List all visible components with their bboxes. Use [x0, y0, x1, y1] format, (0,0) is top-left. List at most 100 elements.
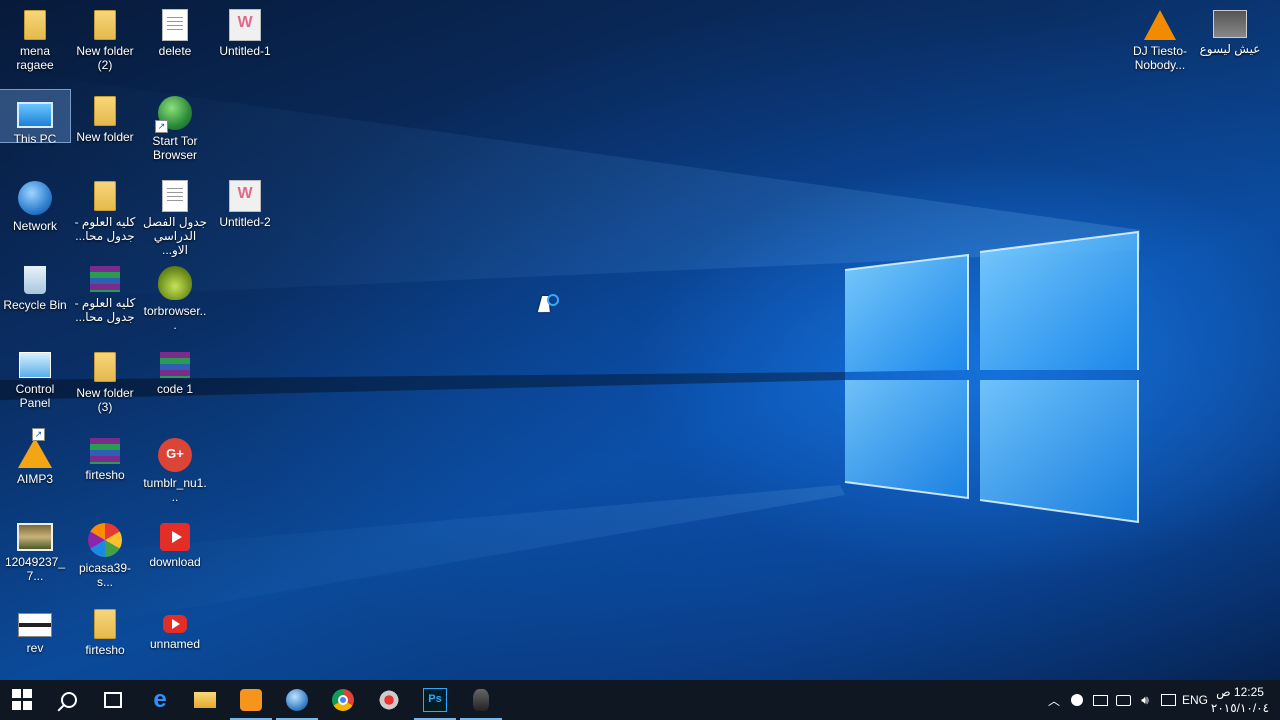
taskbar-file-explorer[interactable] — [182, 680, 228, 720]
clock-date: ٢٠١٥/١٠/٠٤ — [1210, 701, 1270, 715]
task-view-button[interactable] — [90, 680, 136, 720]
video-file-icon — [1213, 10, 1247, 38]
desktop-icon-new-folder-2[interactable]: New folder (2) — [70, 4, 140, 74]
icon-label: جدول الفصل الدراسي الاو... — [142, 215, 208, 257]
desktop-icon-new-folder-3[interactable]: New folder (3) — [70, 346, 140, 416]
icon-label: Recycle Bin — [3, 298, 67, 312]
user-folder-icon — [24, 10, 46, 40]
tor-browser-icon — [155, 96, 192, 133]
desktop-icon-rev[interactable]: rev — [0, 603, 70, 663]
desktop[interactable]: mena ragaee This PC Network Recycle Bin … — [0, 0, 1280, 680]
desktop-icon-untitled-1[interactable]: Untitled-1 — [210, 4, 280, 64]
desktop-icon-control-panel[interactable]: Control Panel — [0, 346, 70, 416]
desktop-icon-download[interactable]: download — [140, 517, 210, 577]
desktop-icon-torbrowser[interactable]: torbrowser... — [140, 260, 210, 332]
folder-icon — [94, 10, 116, 40]
tool-icon — [378, 689, 400, 711]
network-icon — [1092, 694, 1108, 706]
icon-label: code 1 — [156, 382, 194, 396]
tray-app-icon — [1071, 694, 1083, 706]
desktop-icon-untitled-2[interactable]: Untitled-2 — [210, 175, 280, 235]
taskbar-edge[interactable]: e — [137, 680, 183, 720]
tray-app-button[interactable] — [1066, 680, 1088, 720]
taskbar-photoshop[interactable]: Ps — [412, 680, 458, 720]
image-file-icon — [230, 10, 260, 40]
icon-label: Start Tor Browser — [152, 134, 198, 162]
desktop-icon-user-folder[interactable]: mena ragaee — [0, 4, 70, 74]
taskbar-chrome[interactable] — [320, 680, 366, 720]
orange-app-icon — [240, 689, 262, 711]
search-button[interactable] — [46, 680, 92, 720]
desktop-icon-photo[interactable]: 12049237_7... — [0, 517, 70, 583]
action-center-button[interactable] — [1157, 680, 1179, 720]
desktop-icon-tumblr[interactable]: tumblr_nu1... — [140, 432, 210, 504]
clock[interactable]: 12:25 ص ٢٠١٥/١٠/٠٤ — [1210, 684, 1270, 716]
text-file-icon — [163, 10, 187, 40]
winrar-archive-icon — [90, 438, 120, 464]
folder-icon — [94, 609, 116, 639]
network-icon — [18, 181, 52, 215]
desktop-icon-delete[interactable]: delete — [140, 4, 210, 64]
youtube-icon — [163, 615, 187, 633]
icon-label: tumblr_nu1... — [143, 476, 207, 504]
desktop-icon-unnamed[interactable]: unnamed — [140, 603, 210, 663]
icon-label: 12049237_7... — [4, 555, 66, 583]
icon-label: download — [149, 555, 201, 569]
docx-file-icon — [163, 181, 187, 211]
desktop-icon-this-pc[interactable]: This PC — [0, 89, 71, 146]
desktop-icon-picasa[interactable]: picasa39-s... — [70, 517, 140, 589]
desktop-icon-start-tor[interactable]: Start Tor Browser — [140, 90, 210, 162]
clock-time: 12:25 ص — [1216, 685, 1264, 699]
taskbar-tool-app[interactable] — [366, 680, 412, 720]
search-icon — [61, 692, 77, 708]
language-label: ENG — [1181, 693, 1208, 707]
show-hidden-icons-button[interactable]: ︿ — [1044, 680, 1064, 720]
folder-icon — [94, 181, 116, 211]
icon-label: unnamed — [149, 637, 201, 651]
folder-icon — [194, 692, 216, 708]
sphere-icon — [286, 689, 308, 711]
taskbar-mouse-app[interactable] — [458, 680, 504, 720]
start-button[interactable] — [0, 680, 46, 720]
desktop-icon-aimp3[interactable]: AIMP3 — [0, 428, 70, 492]
desktop-icon-new-folder[interactable]: New folder — [70, 90, 140, 150]
folder-icon — [94, 352, 116, 382]
desktop-icon-recycle-bin[interactable]: Recycle Bin — [0, 260, 70, 320]
language-indicator[interactable]: ENG — [1180, 680, 1210, 720]
desktop-icon-docx[interactable]: جدول الفصل الدراسي الاو... — [140, 175, 210, 257]
icon-label: Control Panel — [15, 382, 55, 410]
icon-label: firtesho — [85, 468, 125, 482]
speaker-icon: 🔊︎ — [1141, 692, 1149, 707]
computer-icon — [17, 102, 53, 128]
desktop-icon-firtesho-archive[interactable]: firtesho — [70, 432, 140, 492]
keyboard-tray-button[interactable] — [1112, 680, 1134, 720]
taskbar-orange-app[interactable] — [228, 680, 274, 720]
control-panel-icon — [19, 352, 51, 378]
desktop-icon-arabic-video[interactable]: عيش ليسوع — [1195, 4, 1265, 64]
notification-icon — [1160, 694, 1176, 706]
aimp-icon — [18, 428, 52, 468]
network-tray-button[interactable] — [1089, 680, 1111, 720]
photoshop-icon: Ps — [423, 688, 447, 712]
desktop-icon-arabic-archive[interactable]: كليه العلوم - جدول محا... — [70, 260, 140, 330]
image-file-icon — [230, 181, 260, 211]
task-view-icon — [104, 692, 122, 708]
desktop-icon-dj-tiesto[interactable]: DJ Tiesto- Nobody... — [1125, 4, 1195, 74]
desktop-icon-firtesho-folder[interactable]: firtesho — [70, 603, 140, 663]
google-plus-icon — [158, 438, 192, 472]
icon-label: mena ragaee — [16, 44, 54, 72]
taskbar-sphere-app[interactable] — [274, 680, 320, 720]
icon-label: New folder (2) — [76, 44, 134, 72]
recycle-bin-icon — [24, 266, 46, 294]
desktop-icon-network[interactable]: Network — [0, 175, 70, 235]
icon-label: DJ Tiesto- Nobody... — [1132, 44, 1187, 72]
image-file-icon — [18, 613, 52, 637]
icon-label: New folder — [76, 130, 134, 144]
volume-tray-button[interactable]: 🔊︎ — [1134, 680, 1156, 720]
folder-icon — [94, 96, 116, 126]
icon-label: Network — [12, 219, 57, 233]
desktop-icon-code-1[interactable]: code 1 — [140, 346, 210, 406]
desktop-icon-arabic-folder[interactable]: كليه العلوم - جدول محا... — [70, 175, 140, 245]
icon-label: كليه العلوم - جدول محا... — [74, 215, 136, 243]
tor-onion-icon — [158, 266, 192, 300]
